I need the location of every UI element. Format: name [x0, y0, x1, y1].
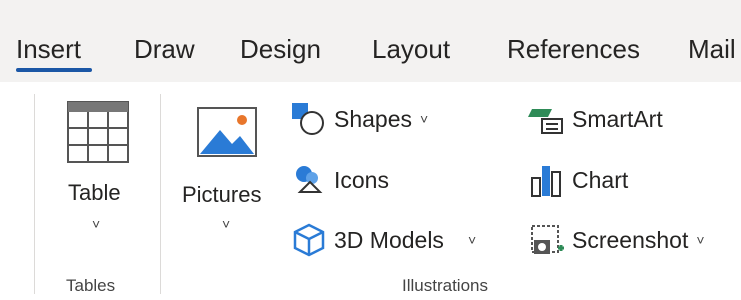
3d-models-button[interactable]: 3D Models ˅ [290, 221, 476, 259]
active-tab-indicator [16, 68, 92, 72]
chart-icon [531, 166, 561, 197]
tab-insert[interactable]: Insert [16, 34, 81, 65]
table-button-label: Table [68, 180, 121, 205]
tab-layout[interactable]: Layout [372, 34, 450, 65]
table-button[interactable]: Table ˅ [48, 96, 152, 246]
icons-label: Icons [334, 166, 389, 193]
screenshot-button[interactable]: Screenshot ˅ [528, 221, 705, 259]
pictures-button[interactable]: Pictures ˅ [178, 96, 278, 246]
group-label-illustrations: Illustrations [402, 276, 488, 295]
icons-icon [296, 166, 323, 193]
shapes-button[interactable]: Shapes ˅ [290, 100, 428, 138]
group-label-tables: Tables [66, 276, 116, 295]
chart-label: Chart [572, 166, 629, 193]
smartart-button[interactable]: SmartArt [528, 100, 663, 138]
shapes-icon [292, 103, 324, 135]
chevron-down-icon: ˅ [92, 216, 101, 232]
pictures-button-label: Pictures [182, 182, 262, 207]
group-separator [34, 94, 35, 294]
chevron-down-icon: ˅ [467, 232, 477, 248]
group-separator [160, 94, 161, 294]
tab-design[interactable]: Design [240, 34, 321, 65]
shapes-label: Shapes [334, 105, 413, 132]
chevron-down-icon: ˅ [222, 216, 231, 232]
chart-button[interactable]: Chart [528, 161, 628, 199]
screenshot-icon [531, 225, 564, 254]
chevron-down-icon: ˅ [420, 111, 429, 127]
picture-icon [197, 107, 257, 157]
ribbon-tab-bar: Insert Draw Design Layout References Mai… [0, 0, 741, 82]
tab-references[interactable]: References [507, 34, 640, 65]
smartart-label: SmartArt [572, 105, 663, 132]
icons-button[interactable]: Icons [290, 161, 389, 199]
3d-models-label: 3D Models [334, 226, 444, 253]
tab-mailings[interactable]: Mail [688, 34, 736, 65]
screenshot-label: Screenshot [572, 226, 689, 253]
chevron-down-icon: ˅ [696, 232, 705, 248]
table-icon [67, 101, 129, 163]
3d-model-icon [293, 223, 325, 257]
tab-draw[interactable]: Draw [134, 34, 195, 65]
smartart-icon [528, 109, 563, 134]
